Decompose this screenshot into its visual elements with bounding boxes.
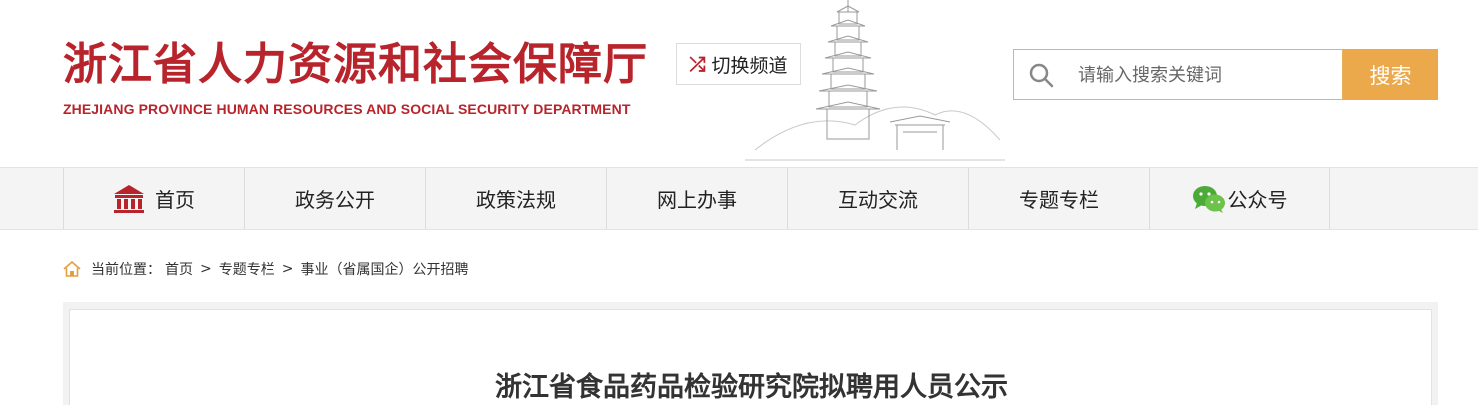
nav-item-interaction[interactable]: 互动交流 — [787, 168, 968, 229]
breadcrumb: 当前位置： 首页 > 专题专栏 > 事业（省属国企）公开招聘 — [63, 258, 468, 280]
breadcrumb-link-home[interactable]: 首页 — [165, 259, 193, 279]
breadcrumb-link-special-topics[interactable]: 专题专栏 — [219, 259, 275, 279]
nav-label: 互动交流 — [838, 188, 918, 212]
nav-item-special-topics[interactable]: 专题专栏 — [968, 168, 1149, 229]
main-nav: 首页 政务公开 政策法规 网上办事 互动交流 专题专栏 公众号 — [0, 167, 1478, 230]
nav-label: 首页 — [155, 188, 195, 212]
nav-item-home[interactable]: 首页 — [63, 168, 244, 229]
search-input[interactable] — [1076, 50, 1340, 101]
article-title: 浙江省食品药品检验研究院拟聘用人员公示 — [495, 372, 1008, 403]
breadcrumb-separator: > — [200, 261, 212, 277]
nav-item-government-affairs[interactable]: 政务公开 — [244, 168, 425, 229]
nav-label: 专题专栏 — [1019, 188, 1099, 212]
search-box — [1013, 49, 1343, 101]
home-outline-icon — [63, 261, 81, 277]
pagoda-illustration — [745, 0, 1005, 161]
nav-label: 政务公开 — [295, 188, 375, 212]
breadcrumb-link-recruitment[interactable]: 事业（省属国企）公开招聘 — [300, 259, 468, 279]
nav-label: 政策法规 — [476, 188, 556, 212]
search-bar: 搜索 — [1013, 49, 1438, 101]
nav-item-wechat[interactable]: 公众号 — [1149, 168, 1330, 229]
nav-item-online-services[interactable]: 网上办事 — [606, 168, 787, 229]
shuffle-icon: ⤮ — [689, 52, 706, 76]
wechat-icon — [1192, 185, 1225, 213]
search-button[interactable]: 搜索 — [1343, 49, 1438, 100]
header: 浙江省人力资源和社会保障厅 ZHEJIANG PROVINCE HUMAN RE… — [0, 0, 1478, 167]
site-logo-subtitle: ZHEJIANG PROVINCE HUMAN RESOURCES AND SO… — [63, 101, 631, 117]
site-logo-title[interactable]: 浙江省人力资源和社会保障厅 — [63, 28, 648, 92]
breadcrumb-prefix: 当前位置： — [91, 262, 161, 278]
nav-label: 公众号 — [1227, 188, 1288, 212]
search-icon — [1029, 63, 1054, 88]
nav-label: 网上办事 — [657, 188, 737, 212]
article-card: 浙江省食品药品检验研究院拟聘用人员公示 — [69, 309, 1432, 405]
nav-item-policies[interactable]: 政策法规 — [425, 168, 606, 229]
home-icon — [114, 184, 144, 213]
breadcrumb-separator: > — [281, 261, 294, 277]
